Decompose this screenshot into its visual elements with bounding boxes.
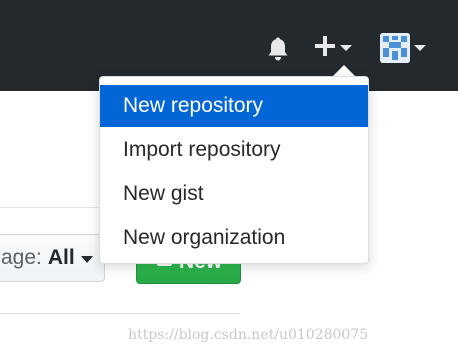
filter-dropdown-button[interactable]: age: All	[0, 234, 105, 282]
menu-item-new-repository[interactable]: New repository	[100, 85, 368, 127]
chevron-down-icon	[414, 45, 426, 51]
chevron-down-icon	[340, 45, 352, 51]
dropdown-arrow	[333, 65, 355, 76]
bell-icon[interactable]	[266, 36, 290, 62]
watermark-text: https://blog.csdn.net/u010280075	[128, 327, 369, 343]
menu-item-import-repository[interactable]: Import repository	[100, 129, 368, 171]
avatar	[380, 33, 410, 63]
plus-icon	[314, 35, 336, 62]
filter-label: age:	[1, 246, 42, 269]
create-new-button[interactable]	[314, 34, 360, 62]
chevron-down-icon	[80, 255, 93, 263]
menu-item-new-gist[interactable]: New gist	[100, 173, 368, 215]
filter-value: All	[47, 246, 75, 269]
user-menu-button[interactable]	[380, 32, 432, 64]
create-new-dropdown-menu: New repository Import repository New gis…	[99, 76, 369, 264]
section-divider	[0, 313, 240, 314]
menu-item-new-organization[interactable]: New organization	[100, 217, 368, 259]
